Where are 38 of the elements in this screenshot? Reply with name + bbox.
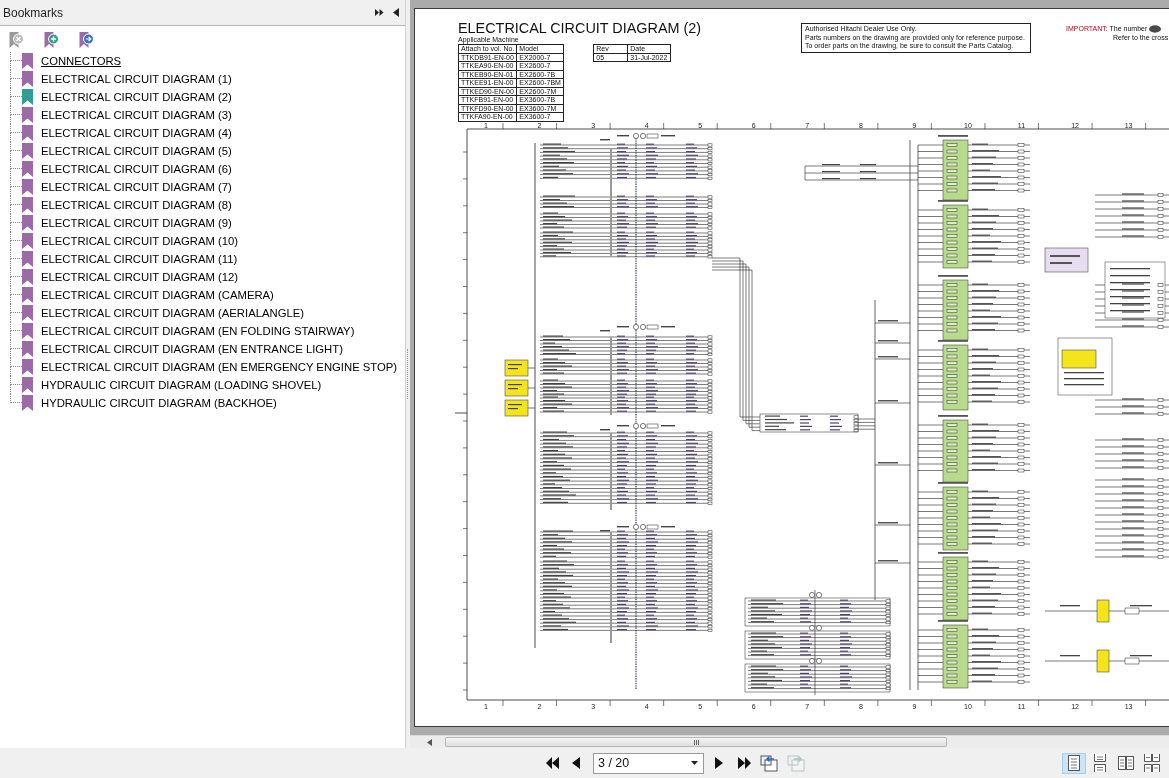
caret-icon[interactable] <box>691 761 698 765</box>
scrollbar-thumb[interactable] <box>445 737 947 747</box>
bookmark-arrow-icon[interactable] <box>78 31 94 49</box>
bookmark-item[interactable]: ELECTRICAL CIRCUIT DIAGRAM (12) <box>41 270 239 284</box>
single-page-icon[interactable] <box>1062 752 1086 774</box>
bookmark-item[interactable]: ELECTRICAL CIRCUIT DIAGRAM (3) <box>41 108 232 122</box>
bookmark-item[interactable]: ELECTRICAL CIRCUIT DIAGRAM (8) <box>41 198 232 212</box>
bookmark-item[interactable]: ELECTRICAL CIRCUIT DIAGRAM (1) <box>41 72 232 86</box>
bookmark-item[interactable]: CONNECTORS <box>41 54 122 68</box>
last-page-icon[interactable] <box>737 756 751 770</box>
bookmark-item[interactable]: ELECTRICAL CIRCUIT DIAGRAM (10) <box>41 234 239 248</box>
oval-badge-icon <box>1149 24 1162 33</box>
scroll-left-icon[interactable] <box>427 738 432 746</box>
page-number-field[interactable]: 3 / 20 <box>593 752 704 774</box>
bookmark-item[interactable]: HYDRAULIC CIRCUIT DIAGRAM (BACKHOE) <box>41 396 277 410</box>
bookmark-item[interactable]: ELECTRICAL CIRCUIT DIAGRAM (EN FOLDING STAIRWAY) <box>41 324 355 338</box>
bookmark-add-icon[interactable] <box>43 31 59 49</box>
bookmark-item[interactable]: HYDRAULIC CIRCUIT DIAGRAM (LOADING SHOVEL) <box>41 378 322 392</box>
bookmark-item[interactable]: ELECTRICAL CIRCUIT DIAGRAM (5) <box>41 144 232 158</box>
bookmark-item[interactable]: ELECTRICAL CIRCUIT DIAGRAM (7) <box>41 180 232 194</box>
horizontal-scrollbar[interactable] <box>410 735 1169 748</box>
bookmark-item[interactable]: ELECTRICAL CIRCUIT DIAGRAM (EN EMERGENCY ENGINE STOP) <box>41 360 398 374</box>
collapse-panel-icon[interactable] <box>393 8 399 17</box>
next-page-icon[interactable] <box>715 756 723 770</box>
bookmark-item[interactable]: ELECTRICAL CIRCUIT DIAGRAM (9) <box>41 216 232 230</box>
options-icon[interactable] <box>375 9 384 16</box>
first-page-icon[interactable] <box>546 756 560 770</box>
previous-page-icon[interactable] <box>572 756 580 770</box>
bookmark-item[interactable]: ELECTRICAL CIRCUIT DIAGRAM (6) <box>41 162 232 176</box>
drawing-title: ELECTRICAL CIRCUIT DIAGRAM (2) <box>458 20 703 36</box>
bookmark-item[interactable]: ELECTRICAL CIRCUIT DIAGRAM (2) <box>41 90 232 104</box>
bookmark-item[interactable]: ELECTRICAL CIRCUIT DIAGRAM (CAMERA) <box>41 288 274 302</box>
panel-title: Bookmarks <box>3 5 65 20</box>
bookmark-item[interactable]: ELECTRICAL CIRCUIT DIAGRAM (EN ENTRANCE LIGHT) <box>41 342 343 356</box>
bookmark-item[interactable]: ELECTRICAL CIRCUIT DIAGRAM (4) <box>41 126 232 140</box>
bookmark-item[interactable]: ELECTRICAL CIRCUIT DIAGRAM (11) <box>41 252 238 266</box>
bookmark-item[interactable]: ELECTRICAL CIRCUIT DIAGRAM (AERIALANGLE) <box>41 306 305 320</box>
previous-view-icon[interactable] <box>760 754 778 772</box>
